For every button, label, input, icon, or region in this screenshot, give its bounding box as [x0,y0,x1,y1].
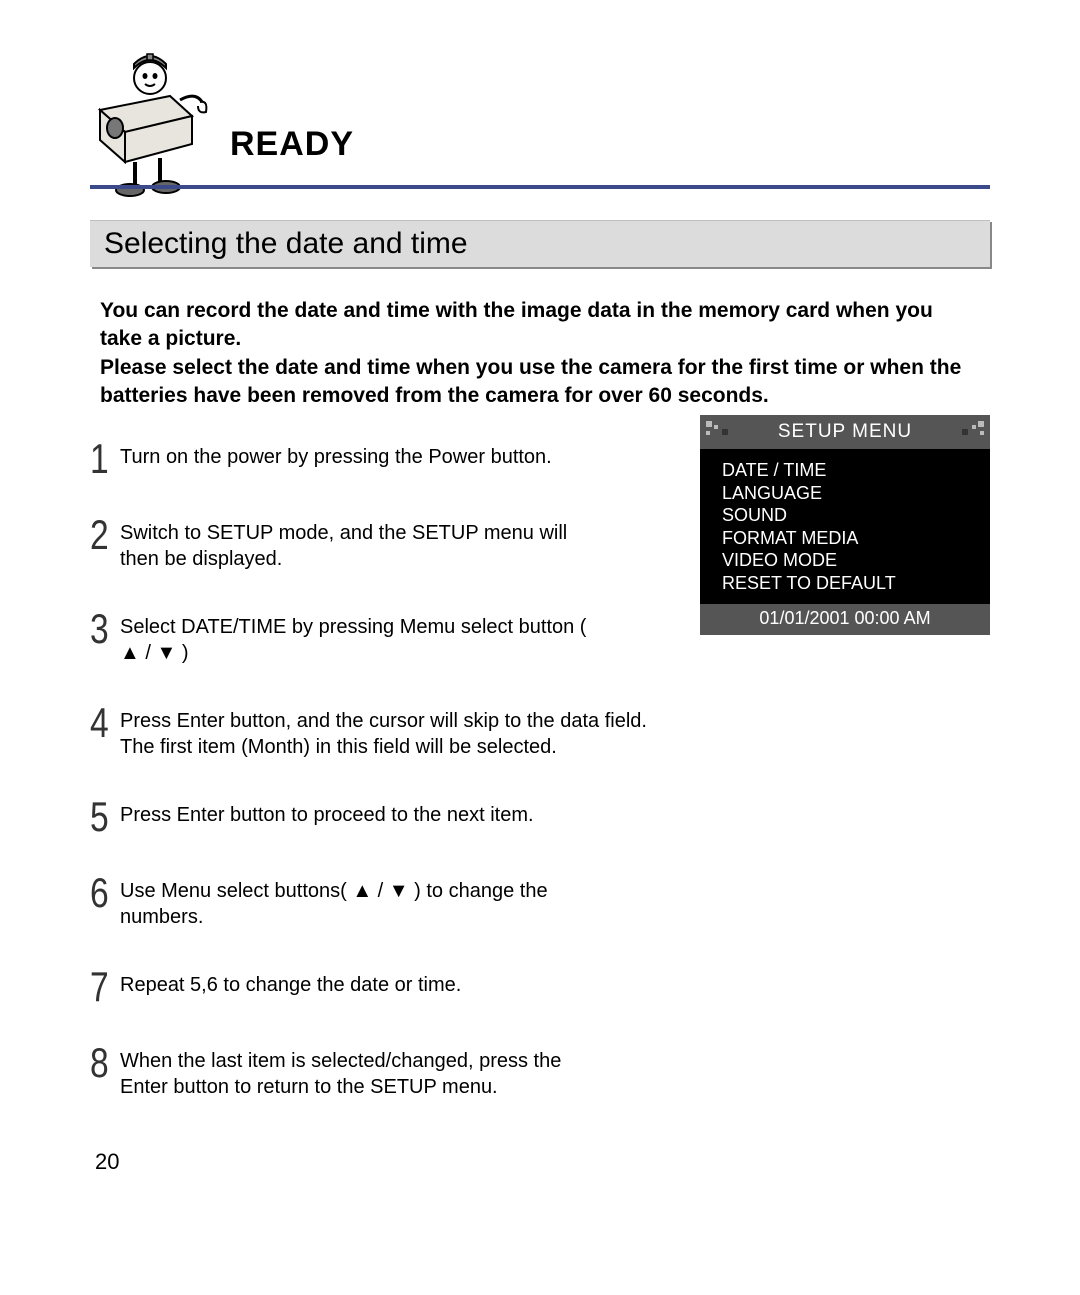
setup-menu-screenshot: SETUP MENU DATE / TIME LANGUAGE SOUND FO… [700,415,990,635]
step-text: Use Menu select buttons( ▲ / ▼ ) to chan… [120,874,610,930]
setup-menu-item: VIDEO MODE [722,549,990,572]
step-number: 7 [90,968,111,1006]
step-4: 4 Press Enter button, and the cursor wil… [90,704,650,760]
step-7: 7 Repeat 5,6 to change the date or time. [90,968,610,1006]
setup-menu-title-bar: SETUP MENU [700,415,990,449]
step-text: Switch to SETUP mode, and the SETUP menu… [120,516,610,572]
intro-paragraph: You can record the date and time with th… [100,297,980,410]
step-2: 2 Switch to SETUP mode, and the SETUP me… [90,516,610,572]
step-8: 8 When the last item is selected/changed… [90,1044,610,1100]
setup-menu-item: FORMAT MEDIA [722,527,990,550]
step-number: 4 [90,704,111,742]
section-title: Selecting the date and time [90,220,990,267]
step-text: When the last item is selected/changed, … [120,1044,610,1100]
setup-menu-body: DATE / TIME LANGUAGE SOUND FORMAT MEDIA … [700,449,990,604]
step-text: Press Enter button to proceed to the nex… [120,798,534,828]
page-number: 20 [95,1149,119,1175]
step-number: 2 [90,516,111,554]
manual-page: READY Selecting the date and time You ca… [0,0,1080,1295]
step-text: Turn on the power by pressing the Power … [120,440,552,470]
step-text: Press Enter button, and the cursor will … [120,704,650,760]
step-6: 6 Use Menu select buttons( ▲ / ▼ ) to ch… [90,874,610,930]
setup-menu-title: SETUP MENU [778,421,912,442]
setup-menu-item: DATE / TIME [722,459,990,482]
step-text: Repeat 5,6 to change the date or time. [120,968,461,998]
section-title-bar: Selecting the date and time [90,220,990,267]
step-5: 5 Press Enter button to proceed to the n… [90,798,610,836]
setup-menu-item: SOUND [722,504,990,527]
step-1: 1 Turn on the power by pressing the Powe… [90,440,610,478]
setup-menu-footer: 01/01/2001 00:00 AM [700,604,990,635]
chapter-title: READY [230,125,354,164]
setup-menu-item: RESET TO DEFAULT [722,572,990,595]
step-number: 8 [90,1044,111,1082]
step-3: 3 Select DATE/TIME by pressing Memu sele… [90,610,610,666]
mascot-illustration [80,30,220,200]
corner-decoration-icon [958,419,986,443]
header-block: READY [90,40,990,200]
chapter-rule [90,185,990,189]
step-number: 5 [90,798,111,836]
step-text: Select DATE/TIME by pressing Memu select… [120,610,610,666]
setup-menu-item: LANGUAGE [722,482,990,505]
step-number: 3 [90,610,111,648]
corner-decoration-icon [704,419,732,443]
step-number: 6 [90,874,111,912]
step-number: 1 [90,440,111,478]
